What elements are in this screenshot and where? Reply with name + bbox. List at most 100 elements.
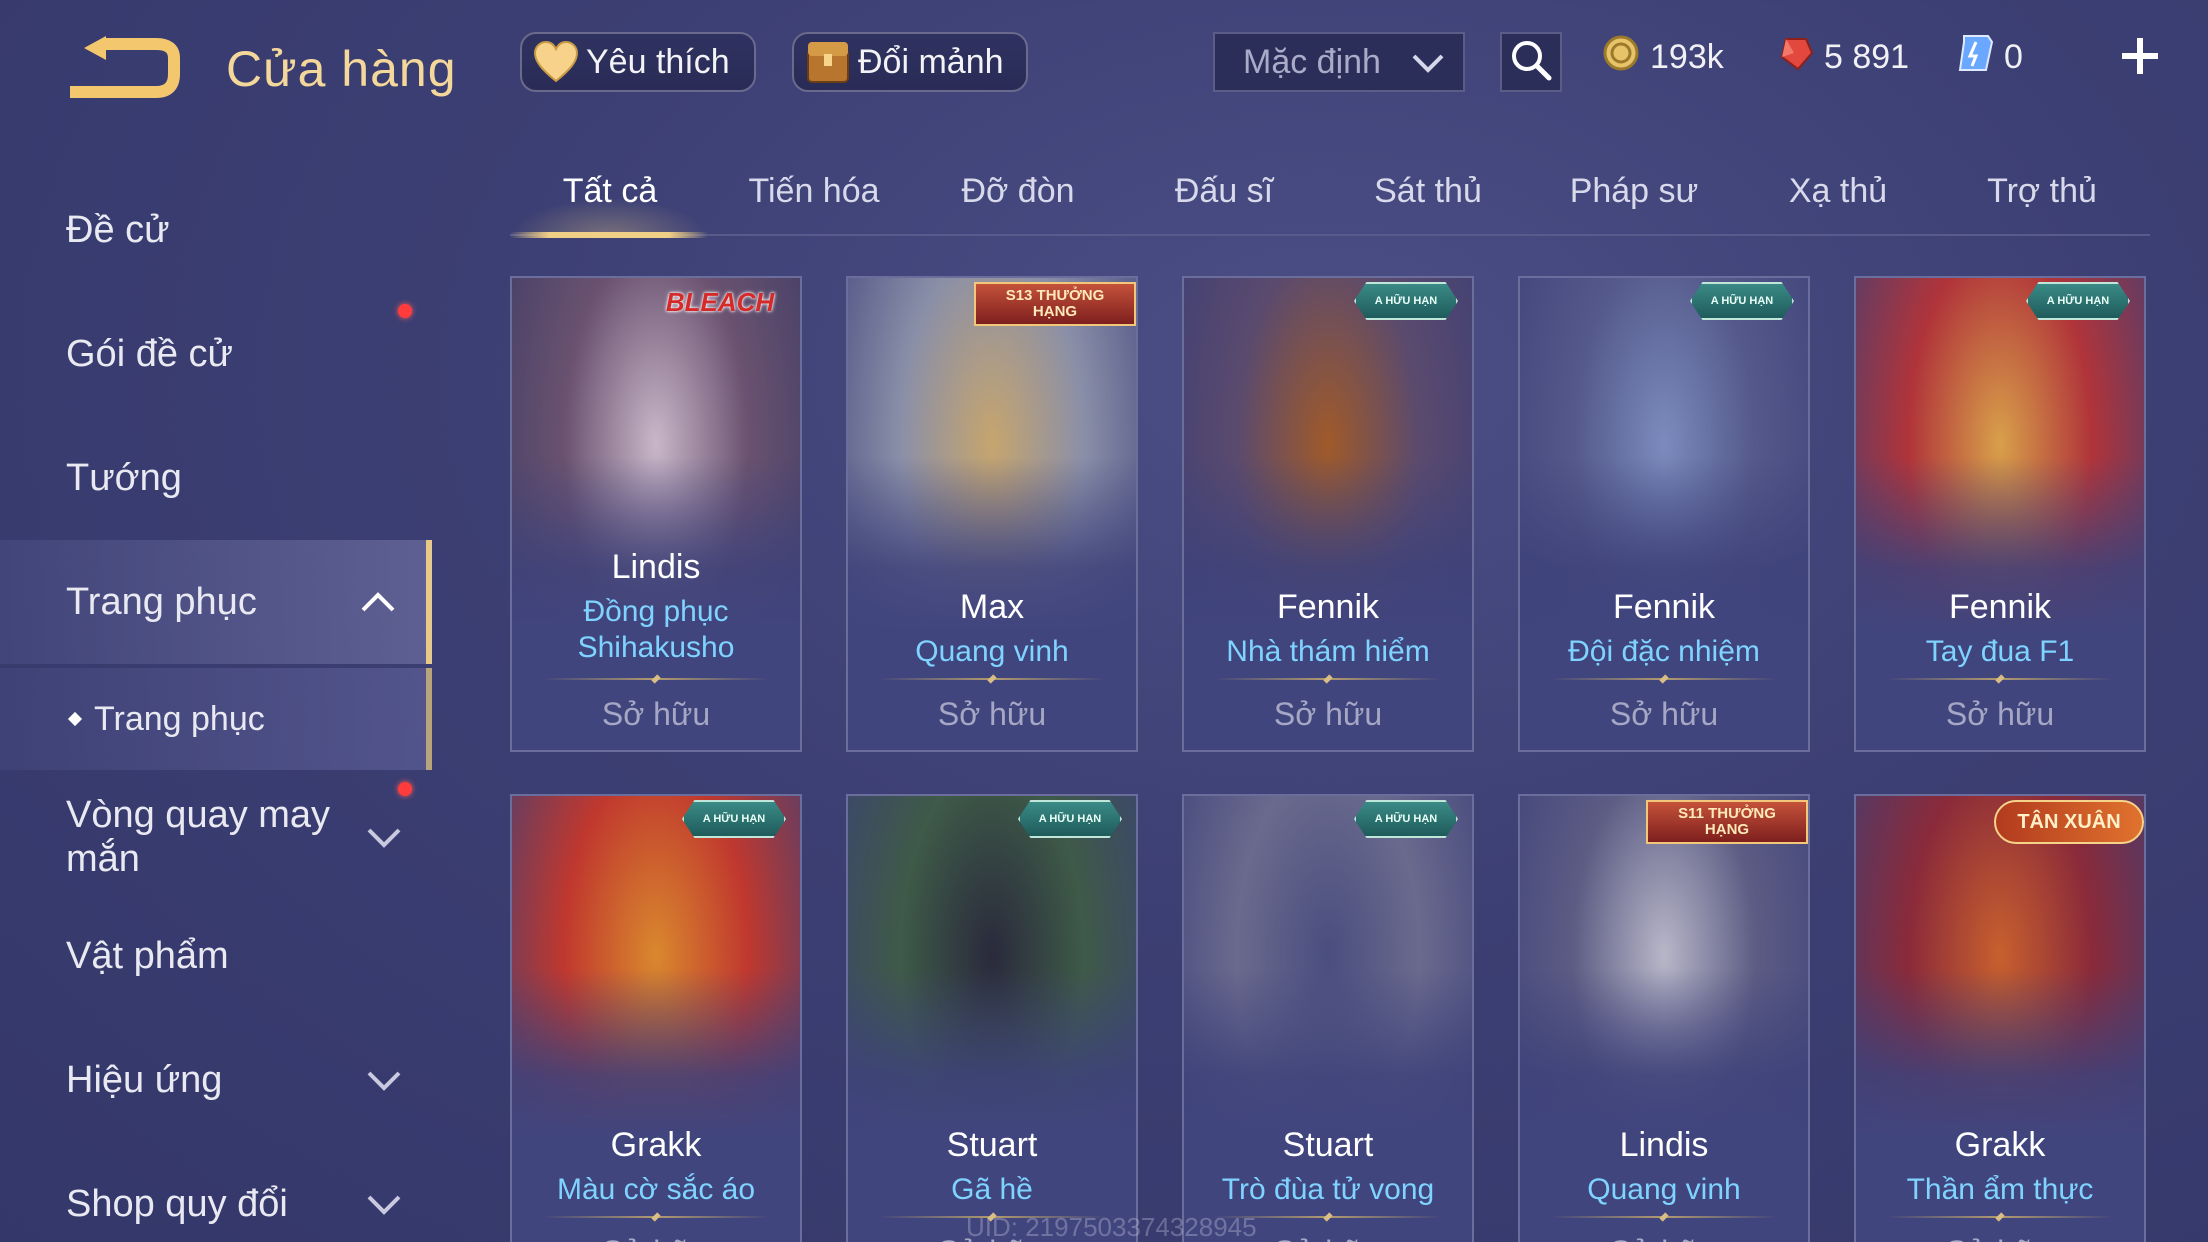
skin-name: Đồng phục Shihakusho xyxy=(577,595,735,664)
chevron-down-icon xyxy=(366,1059,402,1102)
badge-label: A HỮU HẠN xyxy=(702,813,766,825)
card-divider xyxy=(542,1216,770,1218)
skin-card[interactable]: A HỮU HẠN Fennik Đội đặc nhiệm Sở hữu xyxy=(1518,276,1810,752)
gold-balance: 193k xyxy=(1602,32,1724,82)
skin-tier-badge: S13 THƯỞNG HẠNG xyxy=(974,282,1136,326)
badge-label: TÂN XUÂN xyxy=(2017,810,2121,833)
sidebar-item-featured-bundles[interactable]: Gói đề cử xyxy=(0,304,432,404)
skin-tier-badge: A HỮU HẠN xyxy=(1354,282,1458,320)
skin-tier-badge: A HỮU HẠN xyxy=(2026,282,2130,320)
card-divider xyxy=(1886,1216,2114,1218)
ownership-status: Sở hữu xyxy=(512,1234,800,1242)
sidebar-item-label: Hiệu ứng xyxy=(66,1058,223,1101)
skin-tier-badge: A HỮU HẠN xyxy=(682,800,786,838)
ownership-status: Sở hữu xyxy=(1520,1234,1808,1242)
sidebar-item-label: Gói đề cử xyxy=(66,332,233,375)
chevron-down-icon xyxy=(366,1183,402,1226)
sidebar-item-effects[interactable]: Hiệu ứng xyxy=(0,1030,432,1130)
sidebar-item-heroes[interactable]: Tướng xyxy=(0,428,432,528)
tab-label: Tiến hóa xyxy=(748,172,880,210)
plus-icon xyxy=(2122,38,2158,74)
chevron-down-icon xyxy=(366,815,402,859)
tab-label: Đấu sĩ xyxy=(1174,172,1274,210)
ruby-value: 5 891 xyxy=(1824,37,1910,76)
skin-card[interactable]: TÂN XUÂN Grakk Thần ẩm thực Sở hữu xyxy=(1854,794,2146,1242)
search-button[interactable] xyxy=(1500,32,1562,92)
badge-label: A HỮU HẠN xyxy=(1374,813,1438,825)
skin-card[interactable]: A HỮU HẠNStuartGã hềSở hữu xyxy=(846,794,1138,1242)
tab-evolution[interactable]: Tiến hóa xyxy=(714,172,914,211)
card-divider xyxy=(1214,678,1442,680)
sidebar-item-label: Shop quy đổi xyxy=(66,1182,288,1225)
skin-tier-badge: S11 THƯỞNG HẠNG xyxy=(1646,800,1808,844)
notification-dot xyxy=(398,782,412,796)
ownership-status: Sở hữu xyxy=(1273,696,1383,732)
skin-card[interactable]: A HỮU HẠN Fennik Nhà thám hiểm Sở hữu xyxy=(1182,276,1474,752)
voucher-value: 0 xyxy=(2004,37,2023,76)
ownership-status: Sở hữu xyxy=(601,696,711,732)
skin-card[interactable]: A HỮU HẠN Grakk Màu cờ sắc áo Sở hữu xyxy=(510,794,802,1242)
sidebar-item-label: Vòng quay may mắn xyxy=(66,794,331,880)
sidebar-item-exchange-shop[interactable]: Shop quy đổi xyxy=(0,1154,432,1242)
uid-watermark: UID: 2197503374328945 xyxy=(966,1212,1257,1242)
hero-name: Stuart xyxy=(946,1126,1038,1164)
card-divider xyxy=(542,678,770,680)
tab-all[interactable]: Tất cả xyxy=(510,172,710,238)
add-currency-button[interactable] xyxy=(2118,34,2162,78)
skin-name: Thần ẩm thực xyxy=(1906,1173,2094,1206)
category-tabs: Tất cả Tiến hóa Đỡ đòn Đấu sĩ Sát thủ Ph… xyxy=(510,160,2150,238)
ownership-status: Sở hữu xyxy=(1945,696,2055,732)
skin-card[interactable]: A HỮU HẠNStuartTrò đùa tử vongSở hữu xyxy=(1182,794,1474,1242)
sidebar-subitem-skins[interactable]: Trang phục xyxy=(0,668,432,770)
hero-name: Fennik xyxy=(1612,588,1716,626)
page-title: Cửa hàng xyxy=(226,41,457,97)
tab-label: Đỡ đòn xyxy=(961,172,1075,210)
badge-label: S11 THƯỞNG HẠNG xyxy=(1678,805,1776,838)
tab-label: Xạ thủ xyxy=(1788,172,1888,210)
tab-marksman[interactable]: Xạ thủ xyxy=(1738,172,1938,211)
sidebar-item-skins[interactable]: Trang phục xyxy=(0,540,432,664)
badge-label: A HỮU HẠN xyxy=(1374,295,1438,307)
skin-card[interactable]: A HỮU HẠN Fennik Tay đua F1 Sở hữu xyxy=(1854,276,2146,752)
shard-exchange-button[interactable]: Đổi mảnh xyxy=(792,32,1028,92)
hero-name: Grakk xyxy=(1954,1126,2046,1164)
tab-active-underline xyxy=(510,232,708,238)
sidebar-item-lucky-spin[interactable]: Vòng quay may mắn xyxy=(0,782,432,892)
hero-name: Fennik xyxy=(1948,588,2052,626)
sidebar: Đề cử Gói đề cử Tướng Trang phục Trang p… xyxy=(0,170,432,1242)
tab-support[interactable]: Trợ thủ xyxy=(1942,172,2142,211)
skin-tier-badge: A HỮU HẠN xyxy=(1354,800,1458,838)
hero-name: Max xyxy=(959,588,1025,626)
ownership-status: Sở hữu xyxy=(1609,696,1719,732)
top-bar: Cửa hàng Yêu thích Đổi mảnh Mặc định 193… xyxy=(0,0,2208,130)
heart-icon xyxy=(532,38,580,86)
voucher-icon xyxy=(1958,34,2004,81)
tab-mage[interactable]: Pháp sư xyxy=(1534,172,1734,211)
tab-assassin[interactable]: Sát thủ xyxy=(1328,172,1528,211)
sidebar-item-label: Trang phục xyxy=(66,580,257,623)
sidebar-item-label: Trang phục xyxy=(94,699,265,738)
skin-name: Gã hề xyxy=(951,1173,1033,1206)
skin-card[interactable]: S11 THƯỞNG HẠNG Lindis Quang vinh Sở hữu xyxy=(1518,794,1810,1242)
ruby-icon xyxy=(1778,35,1824,80)
tab-tank[interactable]: Đỡ đòn xyxy=(918,172,1118,211)
hero-name: Grakk xyxy=(610,1126,702,1164)
skin-card[interactable]: BLEACH Lindis Đồng phục Shihakusho Sở hữu xyxy=(510,276,802,752)
badge-label: A HỮU HẠN xyxy=(2046,295,2110,307)
gold-value: 193k xyxy=(1650,37,1724,76)
back-icon[interactable] xyxy=(62,36,182,106)
search-icon xyxy=(1509,38,1553,87)
sidebar-item-items[interactable]: Vật phẩm xyxy=(0,906,432,1006)
badge-label: BLEACH xyxy=(665,286,775,317)
sort-dropdown[interactable]: Mặc định xyxy=(1213,32,1465,92)
tab-fighter[interactable]: Đấu sĩ xyxy=(1124,172,1324,211)
card-divider xyxy=(1886,678,2114,680)
shard-chest-icon xyxy=(804,38,852,86)
shard-label: Đổi mảnh xyxy=(858,42,1004,81)
skin-card[interactable]: S13 THƯỞNG HẠNG Max Quang vinh Sở hữu xyxy=(846,276,1138,752)
sidebar-item-featured[interactable]: Đề cử xyxy=(0,180,432,280)
hero-name: Fennik xyxy=(1276,588,1380,626)
favorite-button[interactable]: Yêu thích xyxy=(520,32,756,92)
badge-label: A HỮU HẠN xyxy=(1710,295,1774,307)
ownership-status: Sở hữu xyxy=(937,696,1047,732)
